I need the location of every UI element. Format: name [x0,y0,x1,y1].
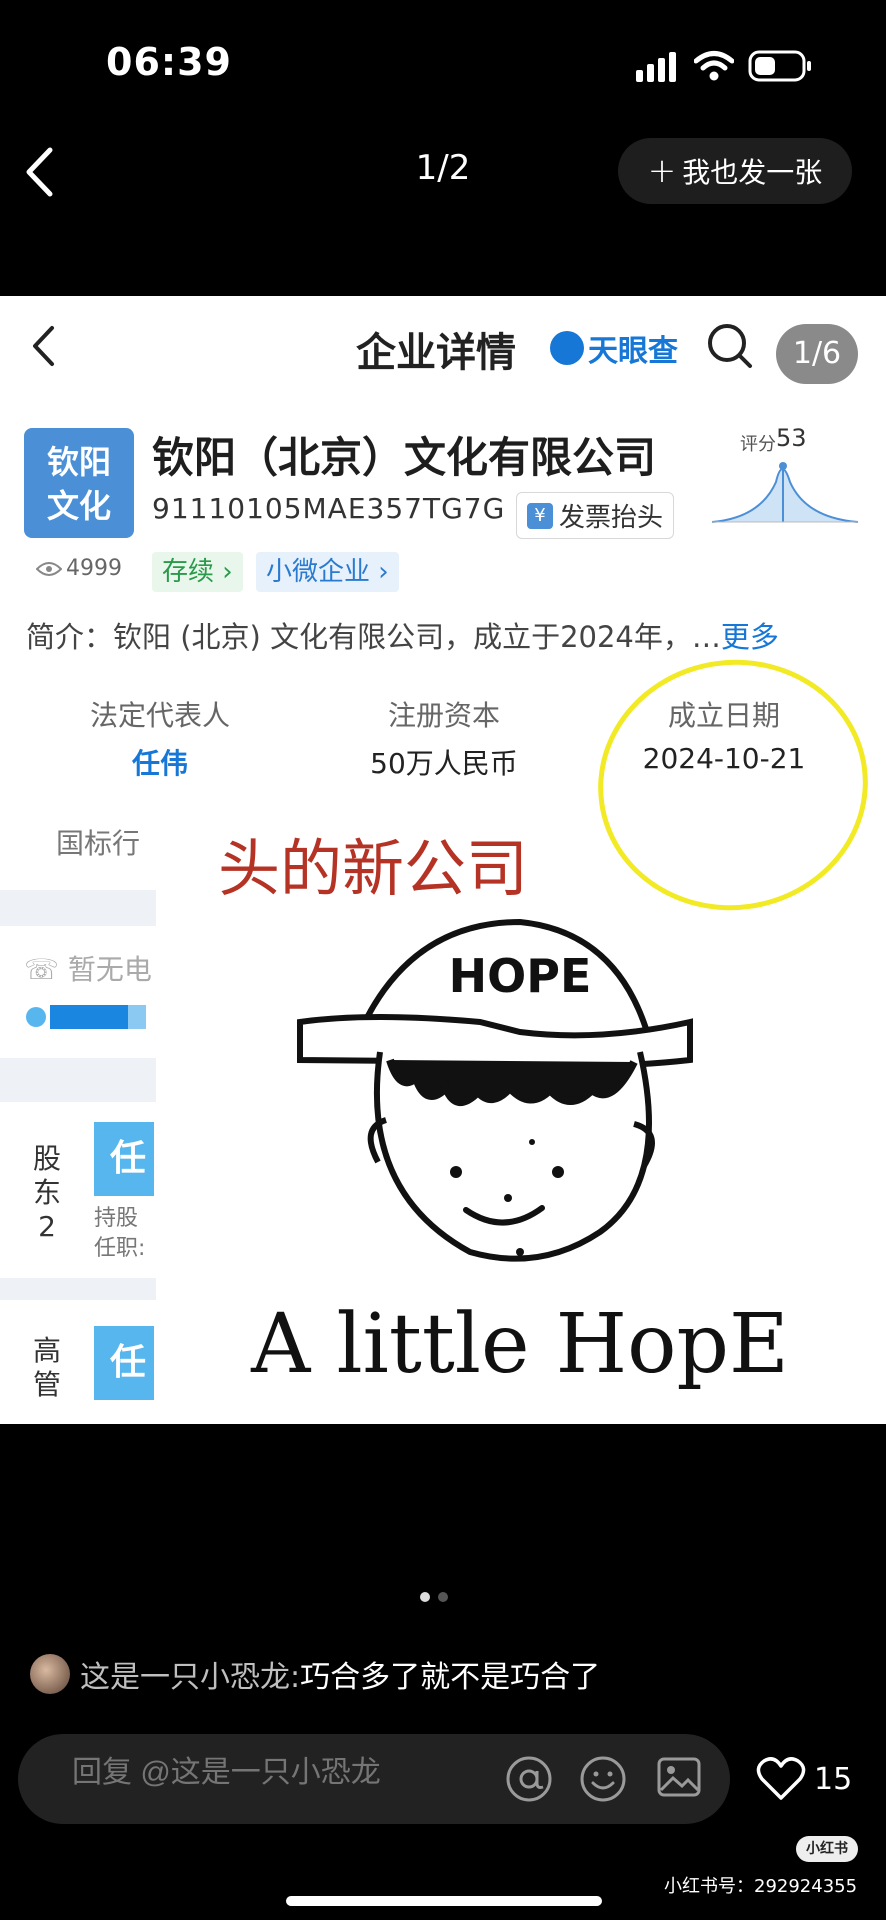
legal-rep-label: 法定代表人 [89,699,230,732]
size-tag-label: 小微企业 [266,557,371,587]
pager-dot [438,1592,448,1602]
heart-icon[interactable] [756,1756,806,1802]
image-counter: 1/6 [776,324,858,384]
like-count: 15 [814,1762,853,1797]
highlight-circle [581,642,885,928]
pager-dot-active [420,1592,430,1602]
score-value: 53 [776,424,807,452]
emoji-icon[interactable] [578,1754,628,1804]
yen-icon: ¥ [527,502,553,529]
image-icon[interactable] [656,1754,702,1800]
credit-code: 91110105MAE357TG7G [152,492,506,525]
shareholder-info-line2: 任职: [94,1236,146,1261]
brand-logo: 天眼查 [550,326,678,370]
company-logo-line1: 钦阳 [46,443,111,481]
strip-row [0,926,156,1058]
executive-avatar: 任 [94,1326,154,1400]
shareholder-info: 持股 任职: [94,1204,145,1264]
brand-mark-icon [550,331,584,365]
wifi-icon [694,51,734,81]
eye-icon [36,561,62,576]
executives-label: 高管 [32,1334,61,1401]
avatar [30,1654,70,1694]
shareholders-label: 股东2 [32,1142,61,1243]
back-icon[interactable] [24,146,54,198]
plus-icon: + [647,151,677,191]
company-logo: 钦阳 文化 [24,428,134,538]
status-tag-label: 存续 [162,557,215,587]
status-time: 06:39 [106,40,232,84]
page-counter: 1/2 [415,148,471,188]
post-too-label: 我也发一张 [682,156,823,189]
score-distribution-chart [711,462,859,523]
home-indicator [286,1896,602,1906]
drawing-caption: A little HopE [250,1297,789,1392]
post-image[interactable]: 企业详情 天眼查 1/6 钦阳 文化 钦阳（北京）文化有限公司 91110105… [0,296,886,1424]
intro-more-link: 更多 [720,620,779,654]
company-intro: 简介：钦阳 (北京) 文化有限公司，成立于2024年，…更多 [26,614,866,656]
status-tag: 存续 › [152,552,243,592]
invoice-label: 发票抬头 [559,503,664,533]
phone-text-value: 暂无电 [67,953,152,986]
cap-text: HOPE [449,949,592,1003]
legal-rep-value: 任伟 [131,747,188,780]
location-icon [26,1005,146,1029]
reply-input[interactable] [72,1756,452,1790]
battery-icon [748,50,811,82]
registered-capital: 注册资本 50万人民币 [324,694,564,782]
comment-username: 这是一只小恐龙: [80,1660,301,1695]
mention-icon[interactable] [504,1754,554,1804]
shareholder-info-line1: 持股 [94,1206,139,1231]
capital-value: 50万人民币 [370,747,518,780]
image-header-title: 企业详情 [356,330,516,376]
post-too-button[interactable]: + 我也发一张 [618,138,852,204]
legal-rep: 法定代表人 任伟 [40,694,280,782]
brand-name: 天眼查 [588,334,678,369]
view-count: 4999 [36,556,122,581]
image-search-icon [708,324,752,368]
view-count-value: 4999 [66,556,122,581]
size-tag: 小微企业 › [256,552,399,592]
phone-text: ☏ 暂无电 [24,953,152,986]
company-name: 钦阳（北京）文化有限公司 [152,433,657,482]
company-logo-line2: 文化 [46,487,111,525]
hope-boy-drawing: HOPE A little HopE [250,918,789,1392]
intro-text: 简介：钦阳 (北京) 文化有限公司，成立于2024年，… [26,620,721,654]
industry-label: 国标行 [56,827,141,860]
capital-label: 注册资本 [387,699,500,732]
image-back-icon [33,326,54,366]
watermark-badge: 小红书 [796,1836,858,1862]
reply-bar [18,1734,730,1824]
watermark-id: 小红书号：292924355 [664,1876,858,1897]
comment-text: 巧合多了就不是巧合了 [300,1660,601,1695]
image-pager [420,1592,448,1602]
shareholder-avatar: 任 [94,1122,154,1196]
cellular-signal-icon [636,52,676,82]
invoice-title-button: ¥ 发票抬头 [516,492,675,539]
top-comment[interactable]: 这是一只小恐龙: 巧合多了就不是巧合了 [30,1652,600,1696]
